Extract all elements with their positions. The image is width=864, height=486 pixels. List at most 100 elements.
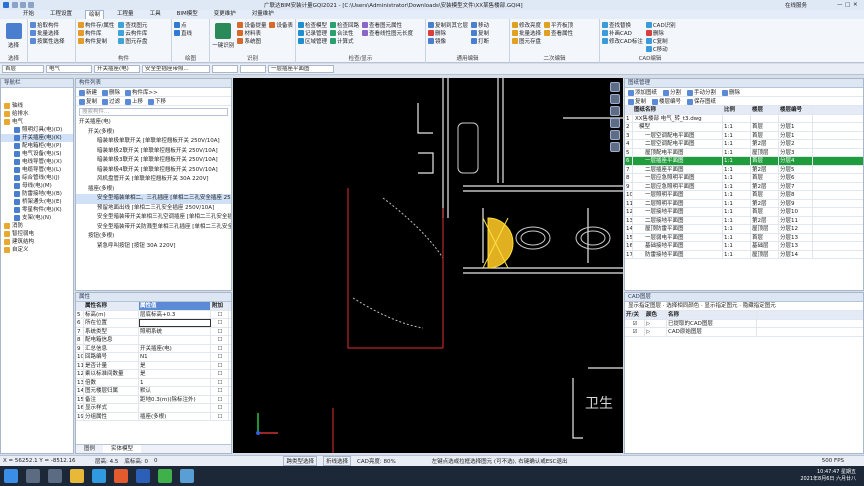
property-extra-checkbox[interactable]: ☐ bbox=[211, 361, 229, 369]
toolbar-button[interactable]: 分割 bbox=[663, 88, 681, 96]
cloud-lib-button[interactable]: 云构件库 bbox=[118, 29, 147, 37]
nav-item[interactable]: 消防 bbox=[1, 222, 73, 230]
nav-item[interactable]: 支架(电)(N) bbox=[1, 214, 73, 222]
point-draw-button[interactable]: 点 bbox=[174, 21, 207, 29]
nav-item[interactable]: 配电箱柜(电)(P) bbox=[1, 142, 73, 150]
nav-item[interactable]: 综合管线(电)(J) bbox=[1, 174, 73, 182]
blank-select-1[interactable] bbox=[212, 65, 238, 73]
drawing-select[interactable]: 一层插座平面图 bbox=[268, 65, 334, 73]
toolbar-button[interactable]: 添加图纸 bbox=[628, 88, 657, 96]
menu-tab[interactable]: 绘制 bbox=[85, 10, 105, 19]
property-row[interactable]: 15 备注 距地0.3(m)(除标注外) ☐ bbox=[76, 395, 231, 404]
toolbar-button[interactable]: 过滤 bbox=[102, 97, 120, 105]
property-value[interactable]: 默认 bbox=[139, 387, 211, 395]
close-icon[interactable]: ✕ bbox=[853, 2, 861, 8]
property-extra-checkbox[interactable]: ☐ bbox=[211, 378, 229, 386]
drawing-row[interactable]: 5 屋顶配电平面图 1:1 屋顶层 分层3 bbox=[625, 148, 863, 157]
cad-identify-button[interactable]: CAD识别 bbox=[645, 21, 676, 29]
check-circuit-button[interactable]: 检查回路 bbox=[330, 21, 359, 29]
find-element-button[interactable]: 查找图元 bbox=[118, 21, 147, 29]
property-row[interactable]: 13 倍数 1 ☐ bbox=[76, 378, 231, 387]
nav-item[interactable]: 智控弱电 bbox=[1, 230, 73, 238]
cad-delete-button[interactable]: 删除 bbox=[645, 29, 676, 37]
component-copy-button[interactable]: 构件复制 bbox=[78, 37, 114, 45]
drawing-row[interactable]: 9 二层应急照明平面图 1:1 第2层 分层7 bbox=[625, 182, 863, 191]
drawing-row[interactable]: 1 XX售楼部 电气_转_t3.dwg bbox=[625, 114, 863, 123]
system-diagram-button[interactable]: 系统图 bbox=[237, 37, 266, 45]
cad-canvas[interactable]: 卫生 bbox=[233, 78, 623, 453]
nav-item[interactable]: 自定义 bbox=[1, 246, 73, 254]
device-table-button[interactable]: 设备表 bbox=[269, 21, 293, 29]
undo-icon[interactable] bbox=[20, 2, 26, 8]
cad-layer-row[interactable]: ☑ ▷ CAD原始图层 bbox=[625, 328, 863, 337]
toolbar-button[interactable]: 构件库>> bbox=[125, 88, 158, 96]
property-value[interactable] bbox=[139, 319, 211, 327]
nav-item[interactable]: 给排水 bbox=[1, 110, 73, 118]
modify-cad-label-button[interactable]: 修改CAD标注 bbox=[602, 37, 643, 45]
component-item[interactable]: 暗装单极4联开关 [单联单控翘板开关 250V/10A] bbox=[76, 166, 231, 176]
nav-item[interactable]: 轴线 bbox=[1, 102, 73, 110]
auto-identify-button[interactable]: 一键识别 bbox=[212, 41, 234, 49]
delete-button[interactable]: 删除 bbox=[428, 29, 468, 37]
material-table-button[interactable]: 材料表 bbox=[237, 29, 266, 37]
search-icon[interactable] bbox=[26, 469, 40, 483]
nav-item[interactable]: 照明灯具(电)(D) bbox=[1, 126, 73, 134]
drawing-row[interactable]: 3 一层空调配电平面图 1:1 首层 分层1 bbox=[625, 131, 863, 140]
area-mgmt-button[interactable]: 区域管理 bbox=[298, 37, 327, 45]
drawing-row[interactable]: 12 一层接地平面图 1:1 首层 分层10 bbox=[625, 208, 863, 217]
view-fit-icon[interactable] bbox=[610, 130, 620, 140]
property-value[interactable]: 插座(多根) bbox=[139, 412, 211, 420]
word-icon[interactable] bbox=[136, 469, 150, 483]
view-attr-button[interactable]: 查看属性 bbox=[544, 29, 573, 37]
nav-item[interactable]: 建筑结构 bbox=[1, 238, 73, 246]
component-item[interactable]: 插座(多根) bbox=[76, 185, 231, 195]
property-extra-checkbox[interactable]: ☐ bbox=[211, 327, 229, 335]
component-select[interactable]: 安全型插座带照... bbox=[142, 65, 210, 73]
toolbar-button[interactable]: 复制 bbox=[79, 97, 97, 105]
batch-select2-button[interactable]: 批量选择 bbox=[512, 29, 541, 37]
mirror-button[interactable]: 镜像 bbox=[428, 37, 468, 45]
drawing-row[interactable]: 6 一层插座平面图 1:1 首层 分层4 bbox=[625, 157, 863, 166]
cad-layer-row[interactable]: ☑ ▷ 已提取的CAD图层 bbox=[625, 319, 863, 328]
app-glodon-icon[interactable] bbox=[114, 469, 128, 483]
view-rotate-icon[interactable] bbox=[610, 106, 620, 116]
save-icon[interactable] bbox=[12, 2, 18, 8]
property-extra-checkbox[interactable]: ☐ bbox=[211, 344, 229, 352]
component-item[interactable]: 暗装单极2联开关 [单联单控翘板开关 250V/10A] bbox=[76, 147, 231, 157]
toolbar-button[interactable]: 新建 bbox=[79, 88, 97, 96]
property-value[interactable]: 照明系统 bbox=[139, 327, 211, 335]
copy-to-floor-button[interactable]: 复制到其它层 bbox=[428, 21, 468, 29]
toolbar-button[interactable]: 下移 bbox=[148, 97, 166, 105]
component-item[interactable]: 安全型暗装带开关单相三孔空调插座 [单相二三孔安全插座] bbox=[76, 213, 231, 223]
property-extra-checkbox[interactable]: ☐ bbox=[211, 310, 229, 318]
tab-legend[interactable]: 图例 bbox=[76, 445, 103, 453]
component-item[interactable]: 按钮(多根) bbox=[76, 232, 231, 242]
component-item[interactable]: 安全型暗装单相二、三孔插座 [单相二三孔安全插座 250V/10A] bbox=[76, 194, 231, 204]
break-button[interactable]: 打断 bbox=[471, 37, 489, 45]
property-extra-checkbox[interactable]: ☐ bbox=[211, 412, 229, 420]
legality-button[interactable]: 合法性 bbox=[330, 29, 359, 37]
property-row[interactable]: 5 标高(m) 层底标高+0.3 ☐ bbox=[76, 310, 231, 319]
formula-button[interactable]: 计算式 bbox=[330, 37, 359, 45]
property-extra-checkbox[interactable]: ☐ bbox=[211, 395, 229, 403]
property-value[interactable] bbox=[139, 404, 211, 412]
online-service[interactable]: 在线服务 bbox=[785, 1, 807, 9]
check-model-button[interactable]: 检查模型 bbox=[298, 21, 327, 29]
property-row[interactable]: 11 是否计量是 ☐ bbox=[76, 361, 231, 370]
toolbar-button[interactable]: 手动分割 bbox=[687, 88, 716, 96]
bim-icon[interactable] bbox=[180, 469, 194, 483]
copy-button[interactable]: 复制 bbox=[471, 29, 489, 37]
toolbar-button[interactable]: 复制 bbox=[628, 97, 646, 105]
property-extra-checkbox[interactable]: ☐ bbox=[211, 370, 229, 378]
component-props-button[interactable]: 构件存/属性 bbox=[78, 21, 114, 29]
toolbar-button[interactable]: 楼层编号 bbox=[652, 97, 681, 105]
menu-tab[interactable]: 工程设置 bbox=[47, 10, 75, 19]
menu-tab[interactable]: 开始 bbox=[20, 10, 37, 19]
component-item[interactable]: 预留地面出线 [单相二三孔安全插座 250V/10A] bbox=[76, 204, 231, 214]
windows-start-icon[interactable] bbox=[4, 469, 18, 483]
tab-entity-model[interactable]: 实体模型 bbox=[103, 445, 142, 453]
nav-item[interactable]: 母线(电)(M) bbox=[1, 182, 73, 190]
batch-select-button[interactable]: 批量选择 bbox=[30, 29, 73, 37]
drawing-row[interactable]: 10 一层照明平面图 1:1 首层 分层8 bbox=[625, 191, 863, 200]
property-row[interactable]: 16 显示样式 ☐ bbox=[76, 404, 231, 413]
